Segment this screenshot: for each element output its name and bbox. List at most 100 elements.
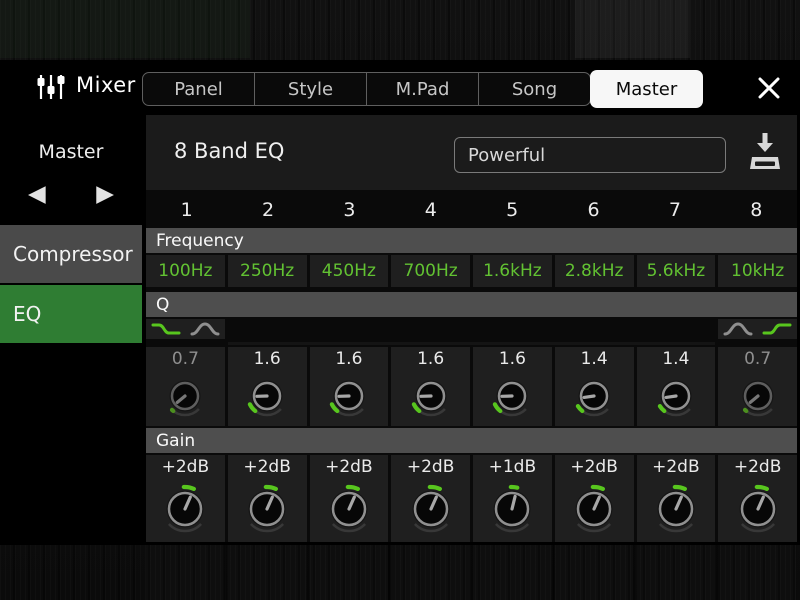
- gain-value: +2dB: [162, 457, 210, 477]
- gain-knob-band-1[interactable]: +2dB: [146, 455, 225, 542]
- filter-row-spacer: [228, 342, 716, 346]
- gain-knob-band-4[interactable]: +2dB: [391, 455, 470, 542]
- save-button[interactable]: [746, 129, 784, 175]
- q-knob-band-7[interactable]: 1.4: [637, 347, 716, 426]
- device-bezel: { "window": { "title": "Mixer" }, "tabs"…: [0, 0, 800, 600]
- sidebar: Master ◀ ▶ CompressorEQ: [0, 115, 142, 545]
- knob-icon: [236, 477, 298, 539]
- q-value: 0.7: [172, 349, 199, 369]
- peak-filter-icon: [190, 321, 220, 337]
- q-value: 1.6: [254, 349, 281, 369]
- gain-value: +2dB: [407, 457, 455, 477]
- q-knob-band-4[interactable]: 1.6: [391, 347, 470, 426]
- gain-knob-band-6[interactable]: +2dB: [555, 455, 634, 542]
- q-value: 1.4: [662, 349, 689, 369]
- q-knob-band-6[interactable]: 1.4: [555, 347, 634, 426]
- q-knob-band-3[interactable]: 1.6: [310, 347, 389, 426]
- tab-master[interactable]: Master: [590, 70, 703, 108]
- q-knob-band-8[interactable]: 0.7: [718, 347, 797, 426]
- part-next-button[interactable]: ▶: [92, 181, 118, 208]
- tab-style[interactable]: Style: [254, 72, 367, 106]
- frequency-label: Frequency: [156, 231, 244, 251]
- band-number-5: 5: [472, 192, 553, 228]
- q-knob-band-2[interactable]: 1.6: [228, 347, 307, 426]
- filter-type-selector-band-8[interactable]: [718, 319, 797, 339]
- part-select-label: Master: [0, 141, 142, 163]
- frequency-value-band-2[interactable]: 250Hz: [228, 255, 307, 287]
- gain-section-header: Gain: [146, 428, 797, 453]
- q-value: 1.4: [581, 349, 608, 369]
- band-number-6: 6: [553, 192, 634, 228]
- gain-value: +2dB: [243, 457, 291, 477]
- gain-value: +2dB: [652, 457, 700, 477]
- knob-icon: [241, 369, 293, 421]
- filter-type-row: [146, 319, 797, 345]
- filter-type-selector-band-1[interactable]: [146, 319, 225, 339]
- frequency-value-band-6[interactable]: 2.8kHz: [555, 255, 634, 287]
- bezel-highlight: [575, 0, 690, 58]
- gain-value: +2dB: [570, 457, 618, 477]
- top-bar: Mixer PanelStyleM.PadSongMaster: [0, 60, 800, 115]
- q-value: 1.6: [417, 349, 444, 369]
- band-number-2: 2: [227, 192, 308, 228]
- frequency-value-band-3[interactable]: 450Hz: [310, 255, 389, 287]
- frequency-value-band-7[interactable]: 5.6kHz: [637, 255, 716, 287]
- gain-knob-band-7[interactable]: +2dB: [637, 455, 716, 542]
- save-to-disk-icon: [748, 131, 782, 173]
- low-shelf-filter-icon: [151, 321, 181, 337]
- bezel-green-tint: [0, 0, 250, 58]
- gain-label: Gain: [156, 431, 195, 451]
- peak-filter-icon: [723, 321, 753, 337]
- frequency-value-band-5[interactable]: 1.6kHz: [473, 255, 552, 287]
- knob-icon: [323, 369, 375, 421]
- q-section-header: Q: [146, 292, 797, 317]
- part-prev-button[interactable]: ◀: [24, 181, 50, 208]
- knob-icon: [154, 477, 216, 539]
- gain-knob-band-8[interactable]: +2dB: [718, 455, 797, 542]
- band-number-8: 8: [716, 192, 797, 228]
- knob-icon: [645, 477, 707, 539]
- q-value: 0.7: [744, 349, 771, 369]
- knob-icon: [405, 369, 457, 421]
- knob-icon: [727, 477, 789, 539]
- part-select-arrows: ◀ ▶: [0, 181, 142, 208]
- gain-knob-band-3[interactable]: +2dB: [310, 455, 389, 542]
- frequency-value-band-4[interactable]: 700Hz: [391, 255, 470, 287]
- knob-icon: [732, 369, 784, 421]
- eq-title-bar: 8 Band EQ Powerful: [146, 115, 797, 190]
- frequency-value-band-1[interactable]: 100Hz: [146, 255, 225, 287]
- gain-value: +2dB: [734, 457, 782, 477]
- eq-panel: 8 Band EQ Powerful 12345678 Frequency 10…: [146, 115, 797, 542]
- knob-icon: [568, 369, 620, 421]
- gain-knob-band-2[interactable]: +2dB: [228, 455, 307, 542]
- knob-icon: [318, 477, 380, 539]
- bezel-bottom-reflection: [146, 545, 797, 600]
- gain-knob-row: +2dB +2dB +2dB +2dB +1dB +2dB +2dB: [146, 455, 797, 542]
- knob-icon: [400, 477, 462, 539]
- tab-panel[interactable]: Panel: [142, 72, 255, 106]
- knob-icon: [563, 477, 625, 539]
- q-knob-row: 0.7 1.6 1.6 1.6 1.6 1.4 1.4: [146, 347, 797, 426]
- knob-icon: [481, 477, 543, 539]
- q-label: Q: [156, 295, 169, 315]
- gain-value: +1dB: [489, 457, 537, 477]
- frequency-value-band-8[interactable]: 10kHz: [718, 255, 797, 287]
- frequency-section-header: Frequency: [146, 228, 797, 253]
- gain-knob-band-5[interactable]: +1dB: [473, 455, 552, 542]
- page-title: Mixer: [76, 73, 136, 97]
- close-icon: [757, 76, 781, 100]
- preset-selector[interactable]: Powerful: [454, 137, 726, 173]
- q-knob-band-5[interactable]: 1.6: [473, 347, 552, 426]
- eq-type-title: 8 Band EQ: [174, 139, 284, 163]
- band-number-4: 4: [390, 192, 471, 228]
- band-number-row: 12345678: [146, 192, 797, 228]
- sidebar-item-compressor[interactable]: Compressor: [0, 225, 142, 283]
- gain-value: +2dB: [325, 457, 373, 477]
- q-value: 1.6: [499, 349, 526, 369]
- tab-song[interactable]: Song: [478, 72, 591, 106]
- tab-mpad[interactable]: M.Pad: [366, 72, 479, 106]
- high-shelf-filter-icon: [762, 321, 792, 337]
- q-knob-band-1[interactable]: 0.7: [146, 347, 225, 426]
- sidebar-item-eq[interactable]: EQ: [0, 285, 142, 343]
- close-button[interactable]: [750, 70, 788, 106]
